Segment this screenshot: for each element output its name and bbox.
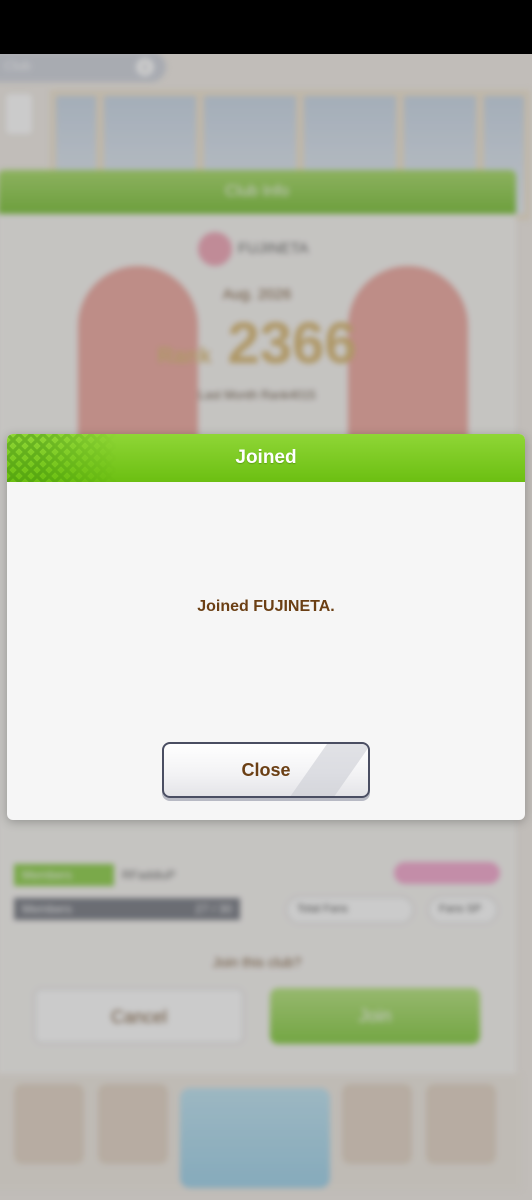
dialog-header: Joined (7, 434, 525, 482)
dialog-message: Joined FUJINETA. (197, 598, 335, 615)
close-button[interactable]: Close (162, 742, 370, 798)
dialog-title: Joined (235, 447, 297, 468)
joined-dialog: Joined Joined FUJINETA. Close (7, 434, 525, 820)
status-bar (0, 0, 532, 54)
close-button-label: Close (241, 760, 291, 780)
